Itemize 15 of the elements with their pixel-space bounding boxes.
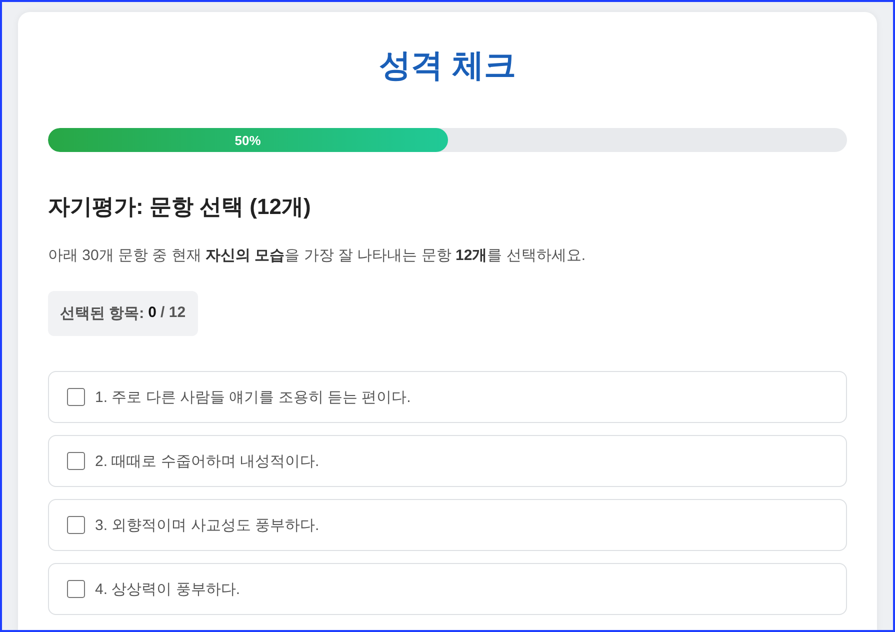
counter-total: / 12: [160, 304, 186, 323]
progress-label: 50%: [234, 132, 261, 148]
question-option[interactable]: 1. 주로 다른 사람들 얘기를 조용히 듣는 편이다.: [48, 371, 847, 423]
counter-label: 선택된 항목:: [60, 304, 144, 323]
page-title: 성격 체크: [378, 46, 517, 85]
selected-count: 0: [148, 304, 157, 323]
checkbox[interactable]: [67, 452, 85, 470]
question-option[interactable]: 4. 상상력이 풍부하다.: [48, 563, 847, 615]
checkbox[interactable]: [67, 516, 85, 534]
question-option[interactable]: 3. 외향적이며 사교성도 풍부하다.: [48, 499, 847, 551]
instructions-text: 아래 30개 문항 중 현재 자신의 모습을 가장 잘 나타내는 문항 12개를 선택하세요.: [48, 246, 587, 266]
checkbox[interactable]: [67, 388, 85, 406]
question-option[interactable]: 2. 때때로 수줍어하며 내성적이다.: [48, 435, 847, 487]
section-heading: 자기평가: 문항 선택 (12개): [48, 193, 312, 221]
checkbox[interactable]: [67, 580, 85, 598]
